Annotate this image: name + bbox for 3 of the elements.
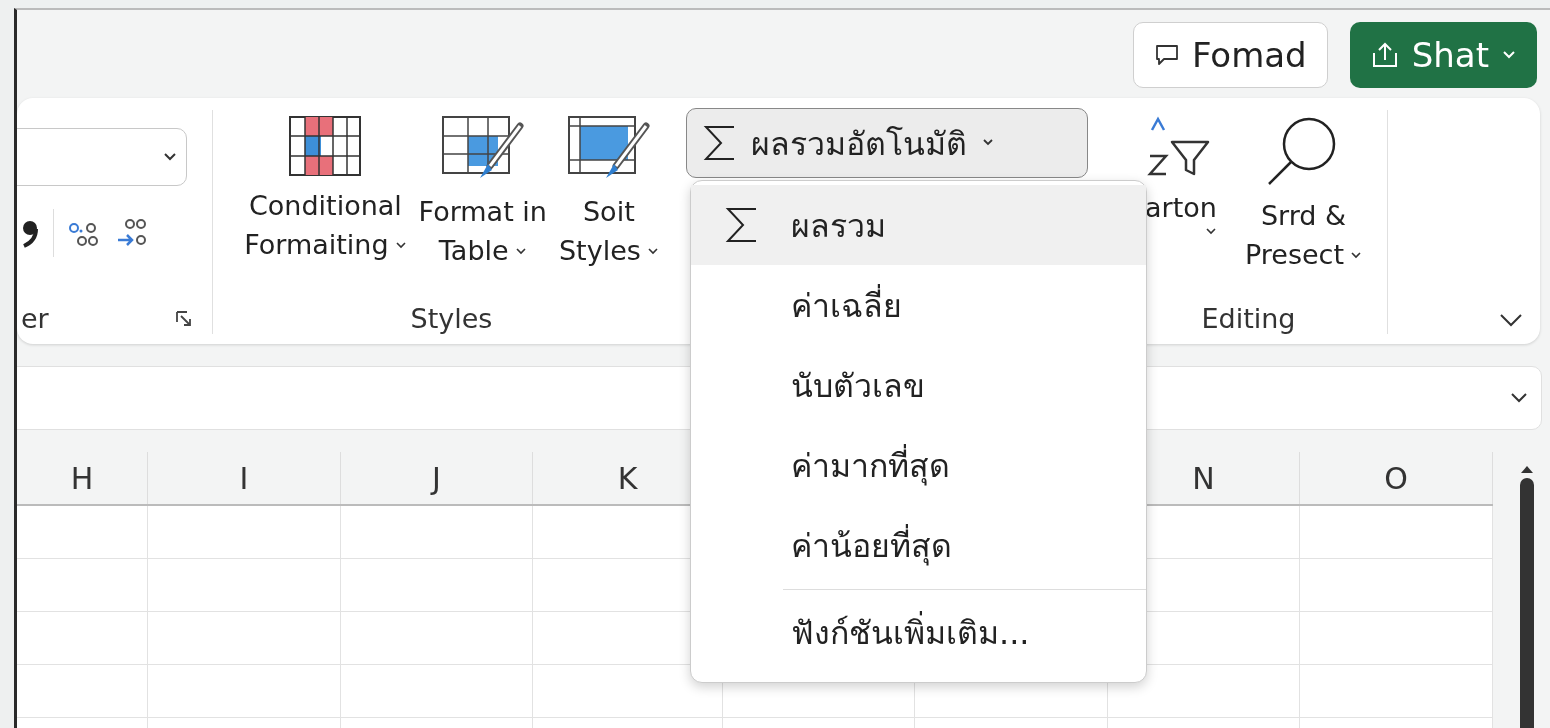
group-label: Styles: [410, 303, 493, 334]
group-label: er: [21, 303, 49, 334]
group-label: Editing: [1201, 303, 1296, 334]
